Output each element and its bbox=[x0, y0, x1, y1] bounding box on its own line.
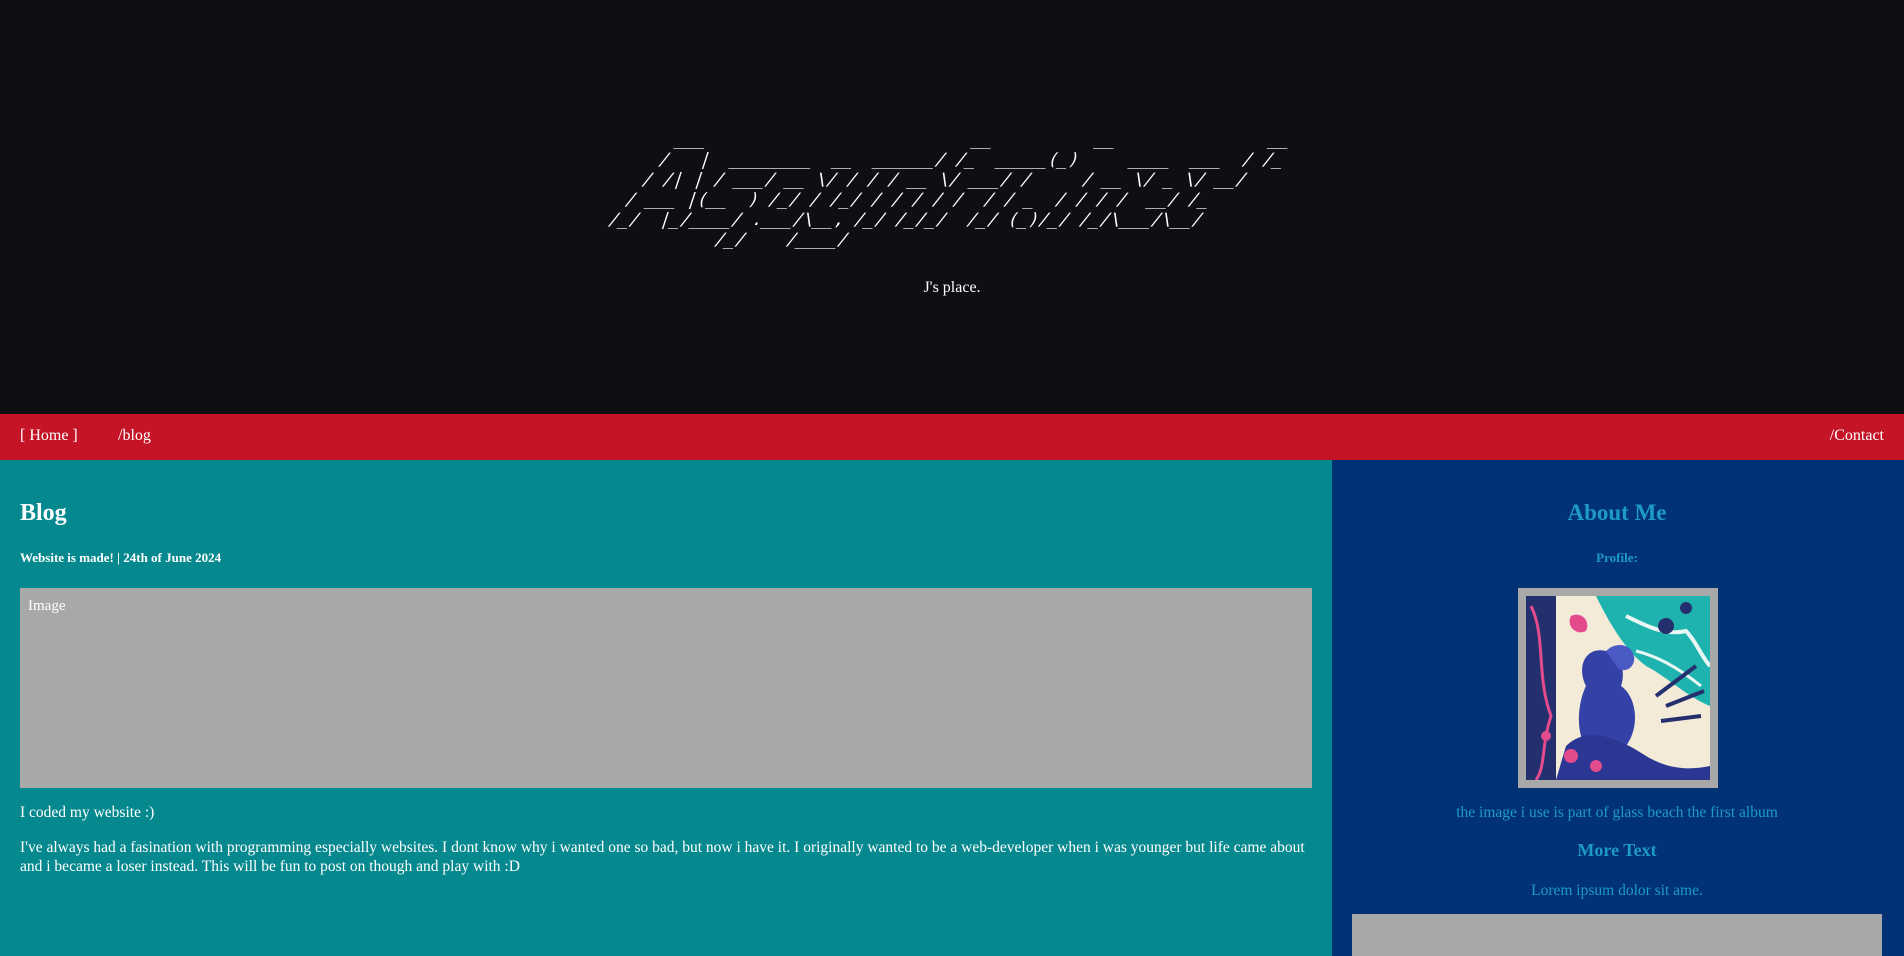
image-placeholder-label: Image bbox=[28, 598, 66, 614]
lorem-text: Lorem ipsum dolor sit ame. bbox=[1531, 882, 1703, 899]
blog-section: Blog Website is made! | 24th of June 202… bbox=[0, 460, 1332, 956]
profile-image bbox=[1526, 596, 1710, 780]
profile-image-frame bbox=[1518, 588, 1718, 788]
nav-home-link[interactable]: [ Home ] bbox=[20, 427, 78, 445]
about-sidebar: About Me Profile: the image i use is par… bbox=[1332, 460, 1904, 956]
about-title: About Me bbox=[1567, 500, 1667, 525]
post-intro: I coded my website :) bbox=[20, 804, 155, 821]
ascii-logo: ___ __ __ __ / | ________ __ ______/ /_ … bbox=[599, 130, 1305, 250]
blog-title: Blog bbox=[20, 500, 67, 526]
post-image-placeholder: Image bbox=[20, 588, 1312, 788]
nav-contact-link[interactable]: /Contact bbox=[1830, 427, 1884, 445]
ascii-logo-container: ___ __ __ __ / | ________ __ ______/ /_ … bbox=[0, 130, 1904, 250]
post-heading: Website is made! | 24th of June 2024 bbox=[20, 550, 222, 565]
nav-blog-link[interactable]: /blog bbox=[118, 427, 151, 445]
nav-bar: [ Home ] /blog /Contact bbox=[0, 414, 1904, 460]
profile-caption: the image i use is part of glass beach t… bbox=[1456, 804, 1778, 821]
sidebar-placeholder-box bbox=[1352, 914, 1882, 956]
more-text-title: More Text bbox=[1577, 840, 1657, 860]
post-body: I've always had a fasination with progra… bbox=[20, 839, 1305, 875]
profile-label: Profile: bbox=[1596, 550, 1638, 565]
site-tagline: J's place. bbox=[923, 279, 981, 296]
site-header: ___ __ __ __ / | ________ __ ______/ /_ … bbox=[0, 0, 1904, 414]
